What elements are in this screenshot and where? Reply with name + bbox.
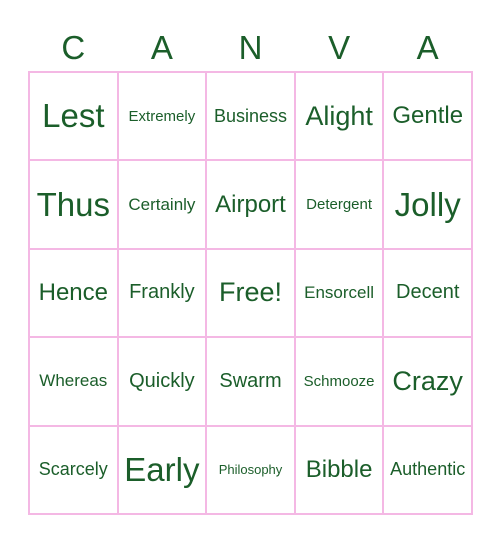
header-letter: A — [416, 29, 439, 66]
bingo-cell[interactable]: Lest — [29, 72, 118, 161]
header-letter: C — [61, 29, 86, 66]
bingo-cell[interactable]: Quickly — [117, 337, 207, 426]
bingo-cell[interactable]: Philosophy — [206, 425, 295, 514]
header-letter: N — [238, 29, 263, 66]
bingo-cell[interactable]: Hence — [29, 248, 118, 338]
bingo-cell[interactable]: Whereas — [29, 337, 118, 426]
bingo-cell[interactable]: Certainly — [117, 160, 207, 249]
bingo-cell[interactable]: Gentle — [383, 72, 472, 161]
bingo-cell[interactable]: Business — [206, 72, 295, 161]
bingo-header: C A N V A — [29, 28, 472, 68]
bingo-cell[interactable]: Authentic — [383, 425, 472, 514]
bingo-cell[interactable]: Ensorcell — [294, 248, 384, 338]
bingo-cell[interactable]: Thus — [29, 160, 118, 249]
bingo-cell[interactable]: Bibble — [294, 425, 384, 514]
bingo-cell[interactable]: Frankly — [117, 248, 207, 338]
bingo-cell[interactable]: Detergent — [294, 160, 384, 249]
bingo-cell[interactable]: Jolly — [383, 160, 472, 249]
bingo-cell[interactable]: Scarcely — [29, 425, 118, 514]
bingo-cell[interactable]: Early — [117, 425, 207, 514]
bingo-cell[interactable]: Airport — [206, 160, 295, 249]
bingo-cell[interactable]: Decent — [383, 248, 472, 338]
bingo-cell[interactable]: Crazy — [383, 337, 472, 426]
bingo-cell[interactable]: Schmooze — [294, 337, 384, 426]
bingo-grid: Lest Extremely Business Alight Gentle Th… — [28, 71, 473, 515]
free-space-cell[interactable]: Free! — [206, 248, 295, 338]
bingo-cell[interactable]: Alight — [294, 72, 384, 161]
header-letter: A — [150, 29, 173, 66]
header-letter: V — [328, 29, 351, 66]
bingo-cell[interactable]: Extremely — [117, 72, 207, 161]
bingo-cell[interactable]: Swarm — [206, 337, 295, 426]
